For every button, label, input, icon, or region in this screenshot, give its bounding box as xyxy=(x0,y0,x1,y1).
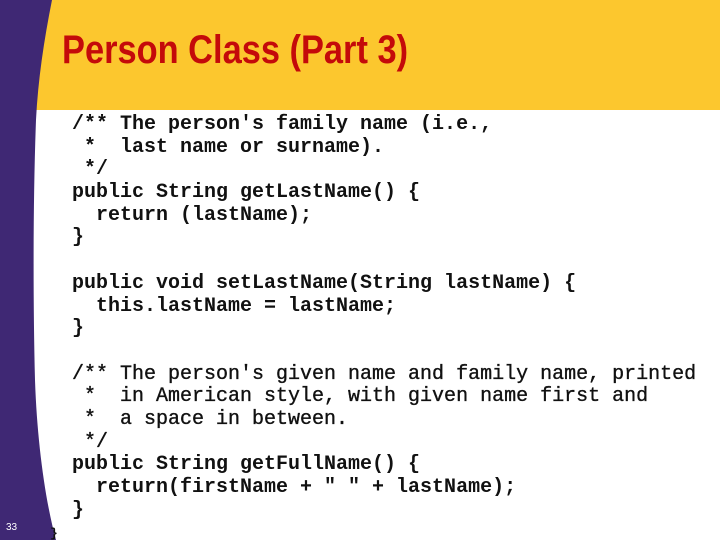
slide-title: Person Class (Part 3) xyxy=(62,28,409,72)
code-line: } xyxy=(72,498,85,522)
code-line: * in American style, with given name fir… xyxy=(72,385,649,409)
code-line: * last name or surname). xyxy=(72,135,385,159)
code-line: public String getFullName() { xyxy=(72,453,421,477)
code-line: */ xyxy=(72,430,109,454)
code-line: this.lastName = lastName; xyxy=(72,294,397,318)
code-line: return(firstName + " " + lastName); xyxy=(72,476,517,499)
code-line: */ xyxy=(72,158,109,182)
code-listing: /** The person's family name (i.e., * la… xyxy=(72,113,697,522)
code-line: return (lastName); xyxy=(72,203,313,227)
code-line: } xyxy=(72,226,85,250)
page-number: 33 xyxy=(6,522,18,533)
code-line: /** The person's given name and family n… xyxy=(72,362,697,386)
sidebar-decoration xyxy=(0,0,80,540)
code-line: public String getLastName() { xyxy=(72,181,421,205)
sidebar-shape xyxy=(0,0,56,540)
stray-brace-glyph: } xyxy=(50,526,58,541)
code-line: * a space in between. xyxy=(72,407,349,431)
code-line: /** The person's family name (i.e., xyxy=(72,113,493,136)
code-line: } xyxy=(72,317,85,341)
code-line: public void setLastName(String lastName)… xyxy=(72,271,577,295)
